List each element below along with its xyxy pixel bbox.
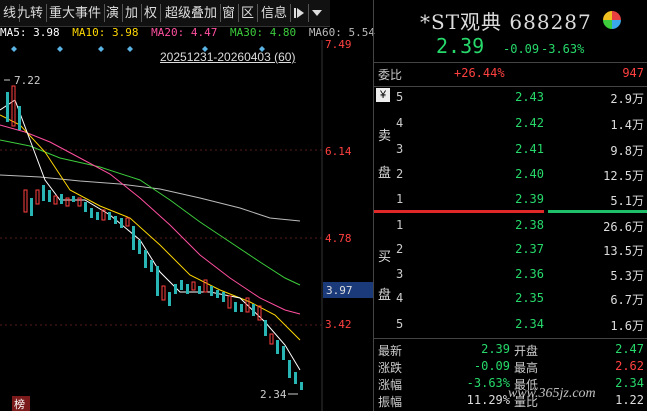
stat-label: 最新 [378,344,403,358]
stat-value: -3.63% [466,376,510,390]
price: 2.34 [515,317,544,331]
toolbar-super-overlay[interactable]: 超级叠加 [162,4,222,22]
price: 2.39 [515,192,544,206]
stat-value: -0.09 [473,359,510,373]
price-change-pct: -3.63% [541,42,585,56]
toolbar-add[interactable]: 加 [122,4,143,22]
y-label-3-42: 3.42 [325,318,352,331]
volume: 5.1万 [610,194,644,208]
toolbar-jiuzhuan[interactable]: 九转 [14,4,48,22]
color-palette-icon[interactable] [602,10,622,33]
chevron-down-icon[interactable] [308,4,326,22]
buy-row[interactable]: 3 2.36 5.3万 [374,267,647,286]
level: 4 [396,291,404,305]
stat-label: 涨幅 [378,378,403,392]
buy-row[interactable]: 4 2.35 6.7万 [374,291,647,310]
price: 2.40 [515,167,544,181]
buy-row[interactable]: 1 2.38 26.6万 [374,218,647,237]
date-range-link[interactable]: 20251231-20260403 (60) [160,50,295,64]
volume: 13.5万 [603,244,644,258]
toolbar-major-events[interactable]: 重大事件 [46,4,106,22]
chart-toolbar: 线 九转 重大事件 演 加 权 超级叠加 窗 区 信息 [0,0,330,27]
volume: 2.9万 [610,92,644,106]
price: 2.36 [515,267,544,281]
price: 2.37 [515,242,544,256]
toolbar-rights[interactable]: 权 [141,4,162,22]
ma20-value: MA20: 4.47 [151,26,218,39]
volume: 1.6万 [610,319,644,333]
price: 2.41 [515,142,544,156]
level: 5 [396,90,404,104]
toolbar-demo[interactable]: 演 [103,4,124,22]
ratio-label: 委比 [378,68,403,82]
ma5-value: MA5: 3.98 [0,26,60,39]
buy-row[interactable]: 5 2.34 1.6万 [374,317,647,336]
sell-row[interactable]: 2 2.40 12.5万 [374,167,647,186]
volume: 12.5万 [603,169,644,183]
level: 3 [396,267,404,281]
current-price-label: 3.97 [326,284,353,297]
ma-legend: MA5: 3.98 MA10: 3.98 MA20: 4.47 MA30: 4.… [0,26,375,40]
sell-row[interactable]: 3 2.41 9.8万 [374,142,647,161]
sell-row[interactable]: 1 2.39 5.1万 [374,192,647,211]
level: 1 [396,192,404,206]
stat-value: 2.39 [481,342,510,356]
price-change: -0.09 [503,42,540,56]
price: 2.43 [515,90,544,104]
y-label-6-14: 6.14 [325,145,352,158]
price: 2.35 [515,291,544,305]
level: 3 [396,142,404,156]
volume: 1.4万 [610,118,644,132]
level: 2 [396,167,404,181]
y-label-7-49: 7.49 [325,38,352,51]
y-label-4-78: 4.78 [325,232,352,245]
level: 2 [396,242,404,256]
watermark: www.365jz.com [508,386,596,401]
ma30-value: MA30: 4.80 [229,26,297,39]
last-price: 2.39 [436,34,485,58]
stat-label: 振幅 [378,395,403,409]
stat-label: 最高 [514,361,539,375]
ma10-value: MA10: 3.98 [72,26,139,39]
buy-strength-bar [548,210,647,213]
stock-title: *ST观典 688287 [420,10,592,34]
ratio-diff: 947 [622,66,644,80]
order-ratio-row: 委比 +26.44% 947 [374,66,647,85]
stat-value: 2.62 [615,359,644,373]
toolbar-window[interactable]: 窗 [219,4,240,22]
buy-row[interactable]: 2 2.37 13.5万 [374,242,647,261]
toolbar-info[interactable]: 信息 [258,4,292,22]
sell-row[interactable]: 5 2.43 2.9万 [374,90,647,109]
volume: 5.3万 [610,269,644,283]
toolbar-region[interactable]: 区 [238,4,259,22]
stat-value: 2.47 [615,342,644,356]
stat-value: 11.29% [466,393,510,407]
ma20-line [0,124,301,315]
stat-label: 开盘 [514,344,539,358]
volume: 9.8万 [610,144,644,158]
level: 4 [396,116,404,130]
sell-strength-bar [374,210,544,213]
high-label: 7.22 [14,74,41,87]
price: 2.38 [515,218,544,232]
price: 2.42 [515,116,544,130]
volume: 26.6万 [603,220,644,234]
kline-chart[interactable]: 7.22 2.34 3.97 榜 [0,40,373,411]
sell-row[interactable]: 4 2.42 1.4万 [374,116,647,135]
level: 5 [396,317,404,331]
bottom-tag[interactable]: 榜 [14,397,25,411]
ratio-value: +26.44% [454,66,505,80]
volume: 6.7万 [610,293,644,307]
low-label: 2.34 [260,388,287,401]
pin-icon[interactable] [290,4,309,22]
level: 1 [396,218,404,232]
stat-label: 涨跌 [378,361,403,375]
